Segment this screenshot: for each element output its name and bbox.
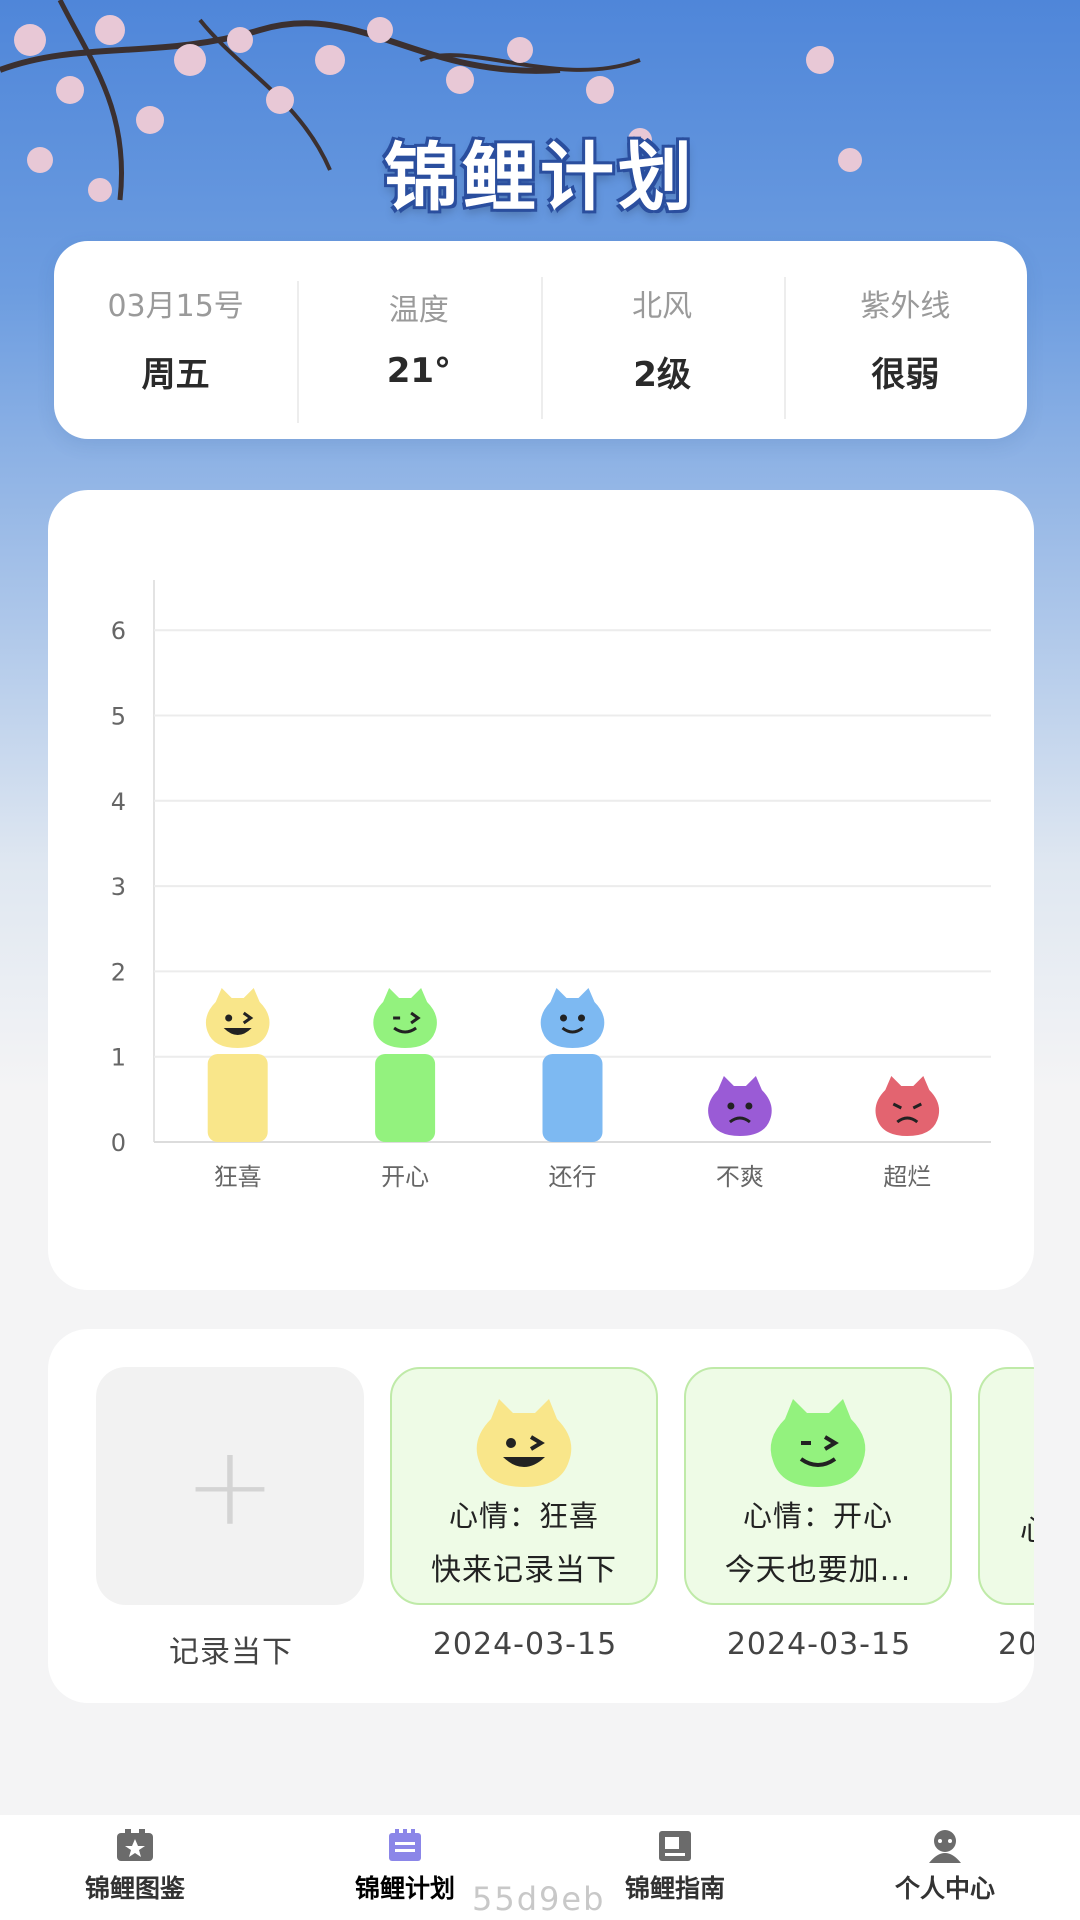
y-tick-label: 3 [111,873,126,901]
x-tick-label: 还行 [549,1163,597,1191]
y-tick-label: 1 [111,1044,126,1072]
weather-wind: 北风 2级 [540,276,784,419]
x-tick-label: 开心 [381,1163,429,1191]
weather-uv: 紫外线 很弱 [783,276,1027,419]
weather-card: 03月15号 周五 温度 21° 北风 2级 紫外线 很弱 [54,241,1027,439]
tab-profile-label: 个人中心 [894,1874,995,1903]
record-note-text: 快来记录当下 [431,1553,617,1588]
record-tile[interactable]: 心 [978,1367,1034,1605]
notepad-icon [389,1829,421,1861]
add-record-caption: 记录当下 [169,1635,293,1670]
guide-book-icon [659,1831,691,1861]
record-date: 2024-03-15 [432,1627,618,1662]
y-tick-label: 2 [111,958,126,986]
weather-temperature-value: 21° [386,351,452,391]
record-date: 2024-03-15 [726,1627,912,1662]
weather-temperature-label: 温度 [388,293,449,328]
mood-records-card: + 记录当下 心情：狂喜 快来记录当下 2024-03-15 心情：开心 今天也… [48,1329,1034,1703]
watermark-text: 55d9eb [472,1880,606,1918]
weather-date-value: 周五 [141,354,210,395]
weather-date-label: 03月15号 [107,288,244,324]
record-mood-text: 心情：狂喜 [448,1499,599,1533]
record-card[interactable]: 心情：狂喜 快来记录当下 2024-03-15 [390,1367,660,1662]
okay-face-icon [540,988,605,1048]
weather-wind-value: 2级 [633,354,691,395]
plus-icon: + [183,1422,277,1550]
mood-chart-card: 0 1 2 3 4 5 6 狂喜 开心 还行 不爽 超烂 [48,490,1034,1290]
mood-records-list[interactable]: + 记录当下 心情：狂喜 快来记录当下 2024-03-15 心情：开心 今天也… [96,1367,1034,1687]
x-tick-label: 不爽 [716,1163,764,1191]
bar-还行 [542,1054,603,1142]
y-tick-label: 5 [111,703,126,731]
add-record-button[interactable]: + [96,1367,364,1605]
tab-profile[interactable]: 个人中心 [810,1815,1080,1920]
ecstatic-face-icon [205,988,270,1048]
x-tick-label: 狂喜 [214,1163,262,1191]
tab-koi-gallery[interactable]: 锦鲤图鉴 [0,1815,270,1920]
ecstatic-face-icon [476,1399,572,1487]
record-card[interactable]: 心 20 [978,1367,1034,1662]
record-date: 20 [998,1627,1034,1662]
star-card-icon [117,1829,153,1861]
app-title: 锦鲤计划 [384,135,696,221]
tab-koi-plan-label: 锦鲤计划 [354,1874,455,1903]
annoyed-face-icon [708,1076,772,1136]
weather-temperature: 温度 21° [297,281,540,423]
tab-koi-gallery-label: 锦鲤图鉴 [84,1874,185,1903]
record-tile[interactable]: 心情：开心 今天也要加... [684,1367,952,1605]
weather-wind-label: 北风 [632,288,693,324]
record-mood-text: 心情：开心 [742,1499,893,1533]
x-tick-label: 超烂 [883,1163,931,1191]
record-card[interactable]: 心情：开心 今天也要加... 2024-03-15 [684,1367,954,1662]
y-tick-label: 4 [111,788,126,816]
record-note-text: 今天也要加... [724,1553,912,1588]
bar-狂喜 [207,1054,268,1142]
mood-bar-chart: 0 1 2 3 4 5 6 狂喜 开心 还行 不爽 超烂 [111,580,991,1191]
bar-开心 [375,1054,436,1142]
awful-face-icon [875,1076,940,1136]
weather-date: 03月15号 周五 [54,285,297,396]
user-icon [929,1830,961,1863]
happy-face-icon [770,1399,866,1487]
y-tick-label: 0 [111,1129,126,1157]
weather-uv-value: 很弱 [871,354,940,395]
record-tile[interactable]: 心情：狂喜 快来记录当下 [390,1367,658,1605]
record-mood-text: 心 [1020,1507,1034,1549]
tab-koi-guide-label: 锦鲤指南 [624,1874,725,1903]
record-add-item[interactable]: + 记录当下 [96,1367,366,1671]
y-tick-label: 6 [111,617,126,645]
happy-face-icon [373,988,437,1048]
weather-uv-label: 紫外线 [860,288,951,324]
